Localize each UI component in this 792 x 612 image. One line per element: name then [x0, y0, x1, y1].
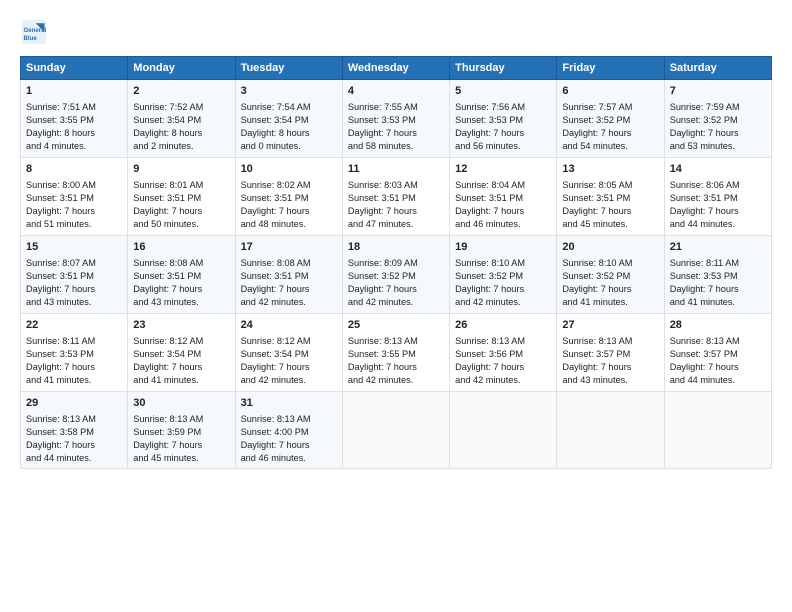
day-cell: 4Sunrise: 7:55 AMSunset: 3:53 PMDaylight… — [342, 80, 449, 158]
day-cell: 25Sunrise: 8:13 AMSunset: 3:55 PMDayligh… — [342, 313, 449, 391]
day-cell: 2Sunrise: 7:52 AMSunset: 3:54 PMDaylight… — [128, 80, 235, 158]
header-cell-tuesday: Tuesday — [235, 57, 342, 80]
day-number: 27 — [562, 318, 658, 333]
day-cell: 5Sunrise: 7:56 AMSunset: 3:53 PMDaylight… — [450, 80, 557, 158]
day-number: 24 — [241, 318, 337, 333]
day-cell: 6Sunrise: 7:57 AMSunset: 3:52 PMDaylight… — [557, 80, 664, 158]
day-cell: 17Sunrise: 8:08 AMSunset: 3:51 PMDayligh… — [235, 235, 342, 313]
header-cell-wednesday: Wednesday — [342, 57, 449, 80]
day-cell: 13Sunrise: 8:05 AMSunset: 3:51 PMDayligh… — [557, 157, 664, 235]
day-cell: 18Sunrise: 8:09 AMSunset: 3:52 PMDayligh… — [342, 235, 449, 313]
day-cell: 16Sunrise: 8:08 AMSunset: 3:51 PMDayligh… — [128, 235, 235, 313]
day-number: 7 — [670, 84, 766, 99]
day-cell: 12Sunrise: 8:04 AMSunset: 3:51 PMDayligh… — [450, 157, 557, 235]
day-cell: 20Sunrise: 8:10 AMSunset: 3:52 PMDayligh… — [557, 235, 664, 313]
day-number: 13 — [562, 162, 658, 177]
day-cell: 24Sunrise: 8:12 AMSunset: 3:54 PMDayligh… — [235, 313, 342, 391]
day-cell: 10Sunrise: 8:02 AMSunset: 3:51 PMDayligh… — [235, 157, 342, 235]
week-row-5: 29Sunrise: 8:13 AMSunset: 3:58 PMDayligh… — [21, 391, 772, 469]
day-number: 26 — [455, 318, 551, 333]
day-number: 10 — [241, 162, 337, 177]
logo-icon: General Blue — [20, 18, 48, 46]
week-row-2: 8Sunrise: 8:00 AMSunset: 3:51 PMDaylight… — [21, 157, 772, 235]
header-cell-saturday: Saturday — [664, 57, 771, 80]
day-cell: 22Sunrise: 8:11 AMSunset: 3:53 PMDayligh… — [21, 313, 128, 391]
day-cell: 30Sunrise: 8:13 AMSunset: 3:59 PMDayligh… — [128, 391, 235, 469]
header-cell-thursday: Thursday — [450, 57, 557, 80]
header-cell-monday: Monday — [128, 57, 235, 80]
day-number: 22 — [26, 318, 122, 333]
day-number: 20 — [562, 240, 658, 255]
day-cell: 31Sunrise: 8:13 AMSunset: 4:00 PMDayligh… — [235, 391, 342, 469]
day-number: 23 — [133, 318, 229, 333]
day-number: 31 — [241, 396, 337, 411]
svg-text:General: General — [24, 27, 47, 34]
day-number: 14 — [670, 162, 766, 177]
day-cell — [664, 391, 771, 469]
day-number: 28 — [670, 318, 766, 333]
day-number: 9 — [133, 162, 229, 177]
day-cell: 28Sunrise: 8:13 AMSunset: 3:57 PMDayligh… — [664, 313, 771, 391]
day-number: 30 — [133, 396, 229, 411]
day-number: 2 — [133, 84, 229, 99]
day-cell: 9Sunrise: 8:01 AMSunset: 3:51 PMDaylight… — [128, 157, 235, 235]
day-number: 11 — [348, 162, 444, 177]
day-number: 18 — [348, 240, 444, 255]
day-cell: 23Sunrise: 8:12 AMSunset: 3:54 PMDayligh… — [128, 313, 235, 391]
day-cell — [342, 391, 449, 469]
header-cell-friday: Friday — [557, 57, 664, 80]
header-row: SundayMondayTuesdayWednesdayThursdayFrid… — [21, 57, 772, 80]
day-cell: 8Sunrise: 8:00 AMSunset: 3:51 PMDaylight… — [21, 157, 128, 235]
day-cell: 7Sunrise: 7:59 AMSunset: 3:52 PMDaylight… — [664, 80, 771, 158]
day-cell: 27Sunrise: 8:13 AMSunset: 3:57 PMDayligh… — [557, 313, 664, 391]
header: General Blue — [20, 18, 772, 46]
day-number: 8 — [26, 162, 122, 177]
day-number: 25 — [348, 318, 444, 333]
header-cell-sunday: Sunday — [21, 57, 128, 80]
day-cell: 15Sunrise: 8:07 AMSunset: 3:51 PMDayligh… — [21, 235, 128, 313]
day-cell: 19Sunrise: 8:10 AMSunset: 3:52 PMDayligh… — [450, 235, 557, 313]
day-number: 5 — [455, 84, 551, 99]
day-cell: 3Sunrise: 7:54 AMSunset: 3:54 PMDaylight… — [235, 80, 342, 158]
day-number: 15 — [26, 240, 122, 255]
day-number: 4 — [348, 84, 444, 99]
day-cell — [450, 391, 557, 469]
day-number: 1 — [26, 84, 122, 99]
day-cell: 1Sunrise: 7:51 AMSunset: 3:55 PMDaylight… — [21, 80, 128, 158]
day-cell — [557, 391, 664, 469]
day-cell: 11Sunrise: 8:03 AMSunset: 3:51 PMDayligh… — [342, 157, 449, 235]
week-row-1: 1Sunrise: 7:51 AMSunset: 3:55 PMDaylight… — [21, 80, 772, 158]
day-cell: 14Sunrise: 8:06 AMSunset: 3:51 PMDayligh… — [664, 157, 771, 235]
svg-text:Blue: Blue — [24, 35, 38, 42]
week-row-4: 22Sunrise: 8:11 AMSunset: 3:53 PMDayligh… — [21, 313, 772, 391]
day-number: 6 — [562, 84, 658, 99]
day-number: 16 — [133, 240, 229, 255]
day-number: 12 — [455, 162, 551, 177]
day-number: 29 — [26, 396, 122, 411]
day-number: 17 — [241, 240, 337, 255]
day-number: 3 — [241, 84, 337, 99]
day-cell: 21Sunrise: 8:11 AMSunset: 3:53 PMDayligh… — [664, 235, 771, 313]
day-number: 19 — [455, 240, 551, 255]
logo: General Blue — [20, 18, 48, 46]
calendar-table: SundayMondayTuesdayWednesdayThursdayFrid… — [20, 56, 772, 469]
page: General Blue SundayMondayTuesdayWednesda… — [0, 0, 792, 612]
day-number: 21 — [670, 240, 766, 255]
week-row-3: 15Sunrise: 8:07 AMSunset: 3:51 PMDayligh… — [21, 235, 772, 313]
day-cell: 29Sunrise: 8:13 AMSunset: 3:58 PMDayligh… — [21, 391, 128, 469]
day-cell: 26Sunrise: 8:13 AMSunset: 3:56 PMDayligh… — [450, 313, 557, 391]
